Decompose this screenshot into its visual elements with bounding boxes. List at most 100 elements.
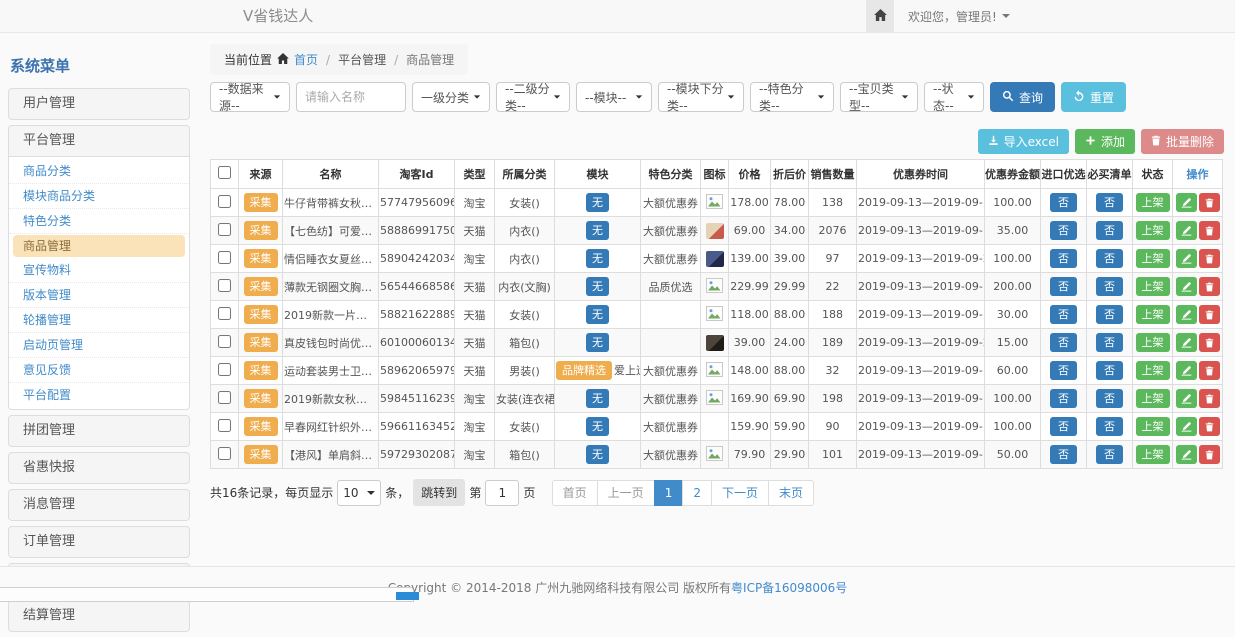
- filter-select-item-type[interactable]: --宝贝类型--: [840, 82, 918, 112]
- status-badge[interactable]: 上架: [1136, 417, 1170, 436]
- sidebar-item[interactable]: 意见反馈: [9, 358, 189, 383]
- page-button-next[interactable]: 下一页: [711, 480, 769, 506]
- must-buy-toggle[interactable]: 否: [1096, 417, 1123, 436]
- sidebar-item[interactable]: 模块商品分类: [9, 184, 189, 209]
- delete-button[interactable]: [1199, 389, 1220, 408]
- status-badge[interactable]: 上架: [1136, 445, 1170, 464]
- row-checkbox[interactable]: [218, 335, 231, 348]
- must-buy-toggle[interactable]: 否: [1096, 389, 1123, 408]
- import-toggle[interactable]: 否: [1050, 305, 1077, 324]
- status-badge[interactable]: 上架: [1136, 389, 1170, 408]
- jump-button[interactable]: 跳转到: [413, 479, 465, 506]
- batch-delete-button[interactable]: 批量删除: [1141, 129, 1224, 154]
- sidebar-item[interactable]: 商品管理: [13, 235, 185, 257]
- sidebar-group-order-management[interactable]: 订单管理: [8, 526, 190, 558]
- row-checkbox[interactable]: [218, 195, 231, 208]
- import-toggle[interactable]: 否: [1050, 417, 1077, 436]
- row-checkbox[interactable]: [218, 419, 231, 432]
- status-badge[interactable]: 上架: [1136, 249, 1170, 268]
- delete-button[interactable]: [1199, 193, 1220, 212]
- must-buy-toggle[interactable]: 否: [1096, 249, 1123, 268]
- import-toggle[interactable]: 否: [1050, 193, 1077, 212]
- edit-button[interactable]: [1176, 305, 1197, 324]
- must-buy-toggle[interactable]: 否: [1096, 277, 1123, 296]
- delete-button[interactable]: [1199, 249, 1220, 268]
- must-buy-toggle[interactable]: 否: [1096, 445, 1123, 464]
- sidebar-group-message-management[interactable]: 消息管理: [8, 489, 190, 521]
- filter-select-data-source[interactable]: --数据来源--: [210, 82, 290, 112]
- import-toggle[interactable]: 否: [1050, 249, 1077, 268]
- status-badge[interactable]: 上架: [1136, 361, 1170, 380]
- add-button[interactable]: 添加: [1075, 129, 1135, 154]
- filter-select-level2-category[interactable]: --二级分类--: [496, 82, 570, 112]
- delete-button[interactable]: [1199, 417, 1220, 436]
- edit-button[interactable]: [1176, 417, 1197, 436]
- filter-select-status[interactable]: --状态--: [924, 82, 984, 112]
- status-badge[interactable]: 上架: [1136, 277, 1170, 296]
- edit-button[interactable]: [1176, 193, 1197, 212]
- status-badge[interactable]: 上架: [1136, 221, 1170, 240]
- import-toggle[interactable]: 否: [1050, 277, 1077, 296]
- page-button-prev[interactable]: 上一页: [597, 480, 655, 506]
- edit-button[interactable]: [1176, 333, 1197, 352]
- sidebar-item[interactable]: 宣传物料: [9, 258, 189, 283]
- row-checkbox[interactable]: [218, 307, 231, 320]
- edit-button[interactable]: [1176, 445, 1197, 464]
- import-excel-button[interactable]: 导入excel: [978, 129, 1069, 154]
- search-button[interactable]: 查询: [990, 82, 1055, 112]
- row-checkbox[interactable]: [218, 447, 231, 460]
- page-button-last[interactable]: 末页: [768, 480, 814, 506]
- sidebar-group-group-buy-management[interactable]: 拼团管理: [8, 415, 190, 447]
- delete-button[interactable]: [1199, 221, 1220, 240]
- sidebar-group-saving-express[interactable]: 省惠快报: [8, 452, 190, 484]
- delete-button[interactable]: [1199, 333, 1220, 352]
- sidebar-item[interactable]: 轮播管理: [9, 308, 189, 333]
- sidebar-item[interactable]: 版本管理: [9, 283, 189, 308]
- filter-select-feature-category[interactable]: --特色分类--: [750, 82, 834, 112]
- user-menu[interactable]: 欢迎您，管理员!: [908, 8, 1010, 25]
- page-size-select[interactable]: 10: [337, 480, 381, 506]
- edit-button[interactable]: [1176, 277, 1197, 296]
- breadcrumb-home-link[interactable]: 首页: [294, 51, 318, 68]
- must-buy-toggle[interactable]: 否: [1096, 193, 1123, 212]
- row-checkbox[interactable]: [218, 251, 231, 264]
- import-toggle[interactable]: 否: [1050, 445, 1077, 464]
- edit-button[interactable]: [1176, 389, 1197, 408]
- row-checkbox[interactable]: [218, 391, 231, 404]
- sidebar-item[interactable]: 启动页管理: [9, 333, 189, 358]
- delete-button[interactable]: [1199, 277, 1220, 296]
- status-badge[interactable]: 上架: [1136, 305, 1170, 324]
- sidebar-item[interactable]: 商品分类: [9, 159, 189, 184]
- filter-input-name[interactable]: [296, 82, 406, 112]
- must-buy-toggle[interactable]: 否: [1096, 333, 1123, 352]
- must-buy-toggle[interactable]: 否: [1096, 305, 1123, 324]
- import-toggle[interactable]: 否: [1050, 361, 1077, 380]
- row-checkbox[interactable]: [218, 223, 231, 236]
- must-buy-toggle[interactable]: 否: [1096, 221, 1123, 240]
- page-button-page-1[interactable]: 1: [654, 480, 684, 506]
- select-all-checkbox[interactable]: [218, 166, 231, 179]
- row-checkbox[interactable]: [218, 279, 231, 292]
- status-badge[interactable]: 上架: [1136, 193, 1170, 212]
- delete-button[interactable]: [1199, 361, 1220, 380]
- page-button-page-2[interactable]: 2: [682, 480, 712, 506]
- import-toggle[interactable]: 否: [1050, 333, 1077, 352]
- filter-select-level1-category[interactable]: 一级分类: [412, 82, 490, 112]
- import-toggle[interactable]: 否: [1050, 221, 1077, 240]
- page-number-input[interactable]: [485, 480, 519, 506]
- must-buy-toggle[interactable]: 否: [1096, 361, 1123, 380]
- filter-select-module-subcategory[interactable]: --模块下分类--: [658, 82, 744, 112]
- delete-button[interactable]: [1199, 305, 1220, 324]
- delete-button[interactable]: [1199, 445, 1220, 464]
- home-button[interactable]: [866, 0, 894, 32]
- filter-select-module[interactable]: --模块--: [576, 82, 652, 112]
- sidebar-group-platform-management[interactable]: 平台管理: [8, 125, 190, 157]
- edit-button[interactable]: [1176, 249, 1197, 268]
- import-toggle[interactable]: 否: [1050, 389, 1077, 408]
- icp-link[interactable]: 粤ICP备16098006号: [731, 581, 847, 595]
- page-button-first[interactable]: 首页: [552, 480, 598, 506]
- sidebar-item[interactable]: 平台配置: [9, 383, 189, 407]
- edit-button[interactable]: [1176, 361, 1197, 380]
- reset-button[interactable]: 重置: [1061, 82, 1126, 112]
- sidebar-group-settlement-management[interactable]: 结算管理: [8, 600, 190, 632]
